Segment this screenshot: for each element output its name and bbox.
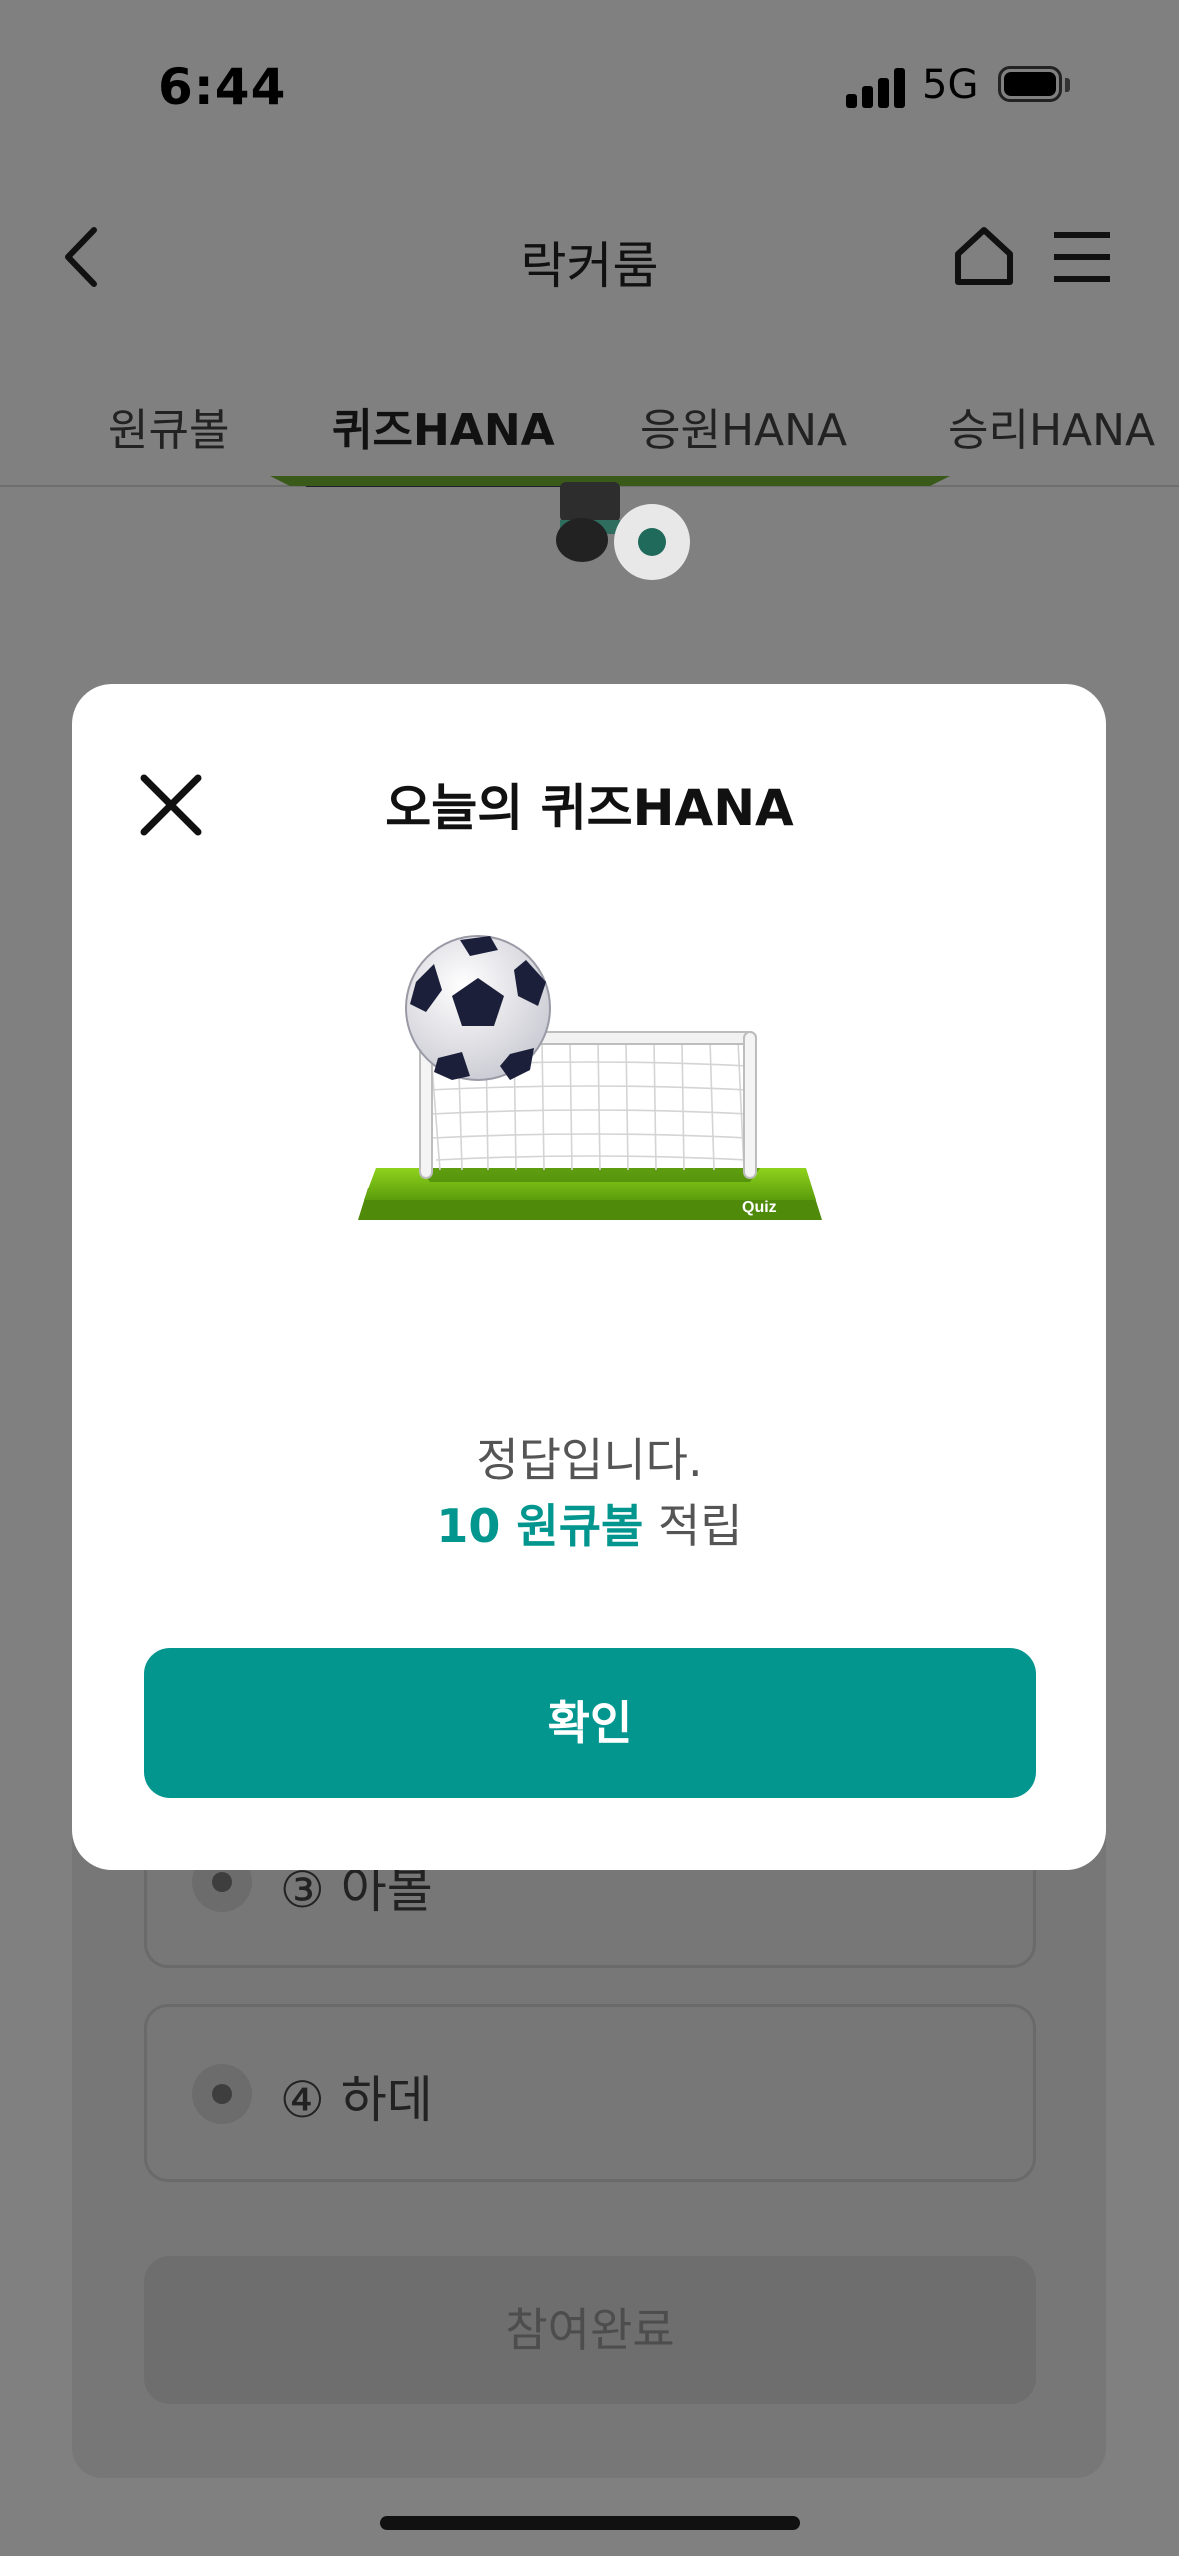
battery-icon — [998, 66, 1072, 106]
tab-quiz-hana[interactable]: 퀴즈HANA — [332, 394, 555, 458]
quiz-option-4 — [144, 2004, 1036, 2182]
reward-message: 10 원큐볼 적립 — [0, 1490, 1179, 1556]
soccer-ball-icon — [405, 935, 551, 1081]
soccer-goal-illustration: Quiz — [358, 935, 822, 1220]
status-time: 6:44 — [158, 58, 287, 116]
home-icon[interactable] — [952, 224, 1016, 288]
tab-onequeball[interactable]: 원큐볼 — [108, 394, 229, 458]
confirm-button[interactable]: 확인 — [144, 1648, 1036, 1798]
quiz-option-label: ④ 하데 — [280, 2071, 433, 2129]
result-message: 정답입니다. — [476, 1433, 703, 1487]
submit-complete-button: 참여완료 — [144, 2256, 1036, 2404]
reward-suffix: 적립 — [643, 1499, 743, 1553]
background-field-graphic — [270, 476, 950, 580]
menu-icon[interactable] — [1052, 228, 1112, 286]
radio-icon — [192, 2064, 252, 2124]
reward-amount: 10 원큐볼 — [436, 1499, 644, 1553]
tab-victory-hana[interactable]: 승리HANA — [948, 394, 1155, 458]
home-indicator[interactable] — [380, 2516, 800, 2530]
network-label: 5G — [922, 62, 979, 108]
tab-cheer-hana[interactable]: 응원HANA — [640, 394, 847, 458]
signal-icon — [846, 66, 906, 108]
illustration-caption: Quiz — [742, 1199, 777, 1216]
modal-title: 오늘의 퀴즈HANA — [385, 779, 794, 837]
